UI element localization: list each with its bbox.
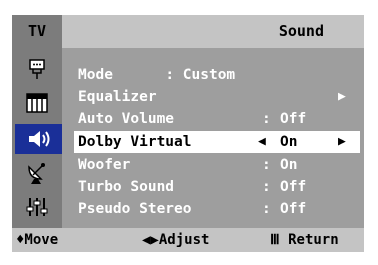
submenu-arrow-icon: ▶ bbox=[338, 89, 346, 104]
input-icon-graphic bbox=[29, 59, 45, 79]
pseudo-stereo-value: Off bbox=[280, 201, 307, 217]
tv-tab-label: TV bbox=[12, 15, 62, 48]
menu-item-pseudo-stereo[interactable]: Pseudo Stereo : Off bbox=[62, 198, 364, 220]
sound-icon[interactable] bbox=[15, 124, 62, 154]
page-title: Sound bbox=[62, 15, 364, 48]
move-hint: ♦Move bbox=[16, 232, 59, 248]
pseudo-stereo-colon: : bbox=[262, 201, 271, 217]
satellite-dish-icon-graphic bbox=[28, 163, 45, 184]
woofer-value: On bbox=[280, 157, 298, 173]
dolby-virtual-label: Dolby Virtual bbox=[78, 134, 192, 150]
speaker-icon-graphic bbox=[28, 131, 49, 147]
menu-item-turbo-sound[interactable]: Turbo Sound : Off bbox=[62, 176, 364, 198]
adjust-hint: ◀▶Adjust bbox=[142, 232, 210, 248]
equalizer-sliders-icon-graphic bbox=[26, 198, 48, 216]
auto-volume-value: Off bbox=[280, 111, 307, 127]
category-sidebar bbox=[12, 48, 62, 228]
equalizer-label: Equalizer bbox=[78, 89, 157, 105]
menu-header: TV Sound bbox=[12, 15, 364, 48]
input-icon[interactable] bbox=[20, 54, 54, 84]
woofer-label: Woofer bbox=[78, 157, 131, 173]
decrease-arrow-icon[interactable]: ◀ bbox=[258, 131, 266, 153]
menu-item-equalizer[interactable]: Equalizer ▶ bbox=[62, 86, 364, 108]
dolby-virtual-value: On bbox=[280, 134, 298, 150]
menu-item-dolby-virtual[interactable]: Dolby Virtual ◀ On ▶ bbox=[74, 131, 360, 153]
mode-label: Mode : Custom bbox=[78, 67, 236, 83]
picture-icon[interactable] bbox=[20, 88, 54, 118]
turbo-sound-label: Turbo Sound bbox=[78, 179, 175, 195]
channel-icon[interactable] bbox=[20, 158, 54, 188]
menu-item-mode[interactable]: Mode : Custom bbox=[62, 64, 364, 86]
key-hint-bar: ♦Move ◀▶Adjust Ⅲ Return bbox=[12, 228, 364, 252]
return-hint: Ⅲ Return bbox=[270, 232, 339, 248]
woofer-colon: : bbox=[262, 157, 271, 173]
menu-item-auto-volume[interactable]: Auto Volume : Off bbox=[62, 108, 364, 130]
setup-icon[interactable] bbox=[20, 192, 54, 222]
auto-volume-label: Auto Volume bbox=[78, 111, 175, 127]
menu-item-woofer[interactable]: Woofer : On bbox=[62, 154, 364, 176]
sound-menu-list: Mode : Custom Equalizer ▶ Auto Volume : … bbox=[62, 48, 364, 228]
pseudo-stereo-label: Pseudo Stereo bbox=[78, 201, 192, 217]
auto-volume-colon: : bbox=[262, 111, 271, 127]
turbo-sound-value: Off bbox=[280, 179, 307, 195]
picture-icon-graphic bbox=[26, 93, 48, 113]
increase-arrow-icon[interactable]: ▶ bbox=[338, 131, 346, 153]
turbo-sound-colon: : bbox=[262, 179, 271, 195]
